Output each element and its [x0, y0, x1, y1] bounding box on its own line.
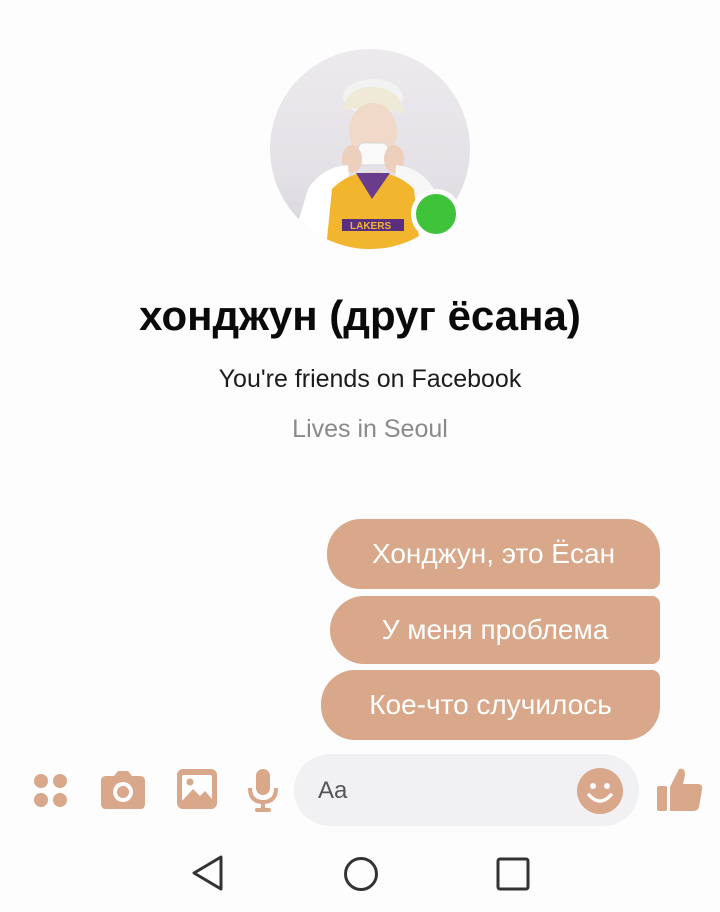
- message-input[interactable]: Aa: [294, 754, 639, 826]
- online-status-dot: [411, 189, 461, 239]
- gallery-icon[interactable]: [176, 768, 218, 810]
- location-text: Lives in Seoul: [292, 415, 448, 443]
- message-input-placeholder: Aa: [318, 777, 348, 804]
- emoji-icon[interactable]: [576, 767, 624, 815]
- message-bubble[interactable]: Кое-что случилось: [321, 670, 660, 740]
- apps-icon[interactable]: [31, 771, 71, 811]
- back-icon[interactable]: [190, 854, 224, 892]
- svg-text:LAKERS: LAKERS: [350, 221, 391, 232]
- recents-icon[interactable]: [496, 857, 530, 891]
- microphone-icon[interactable]: [247, 768, 279, 812]
- home-icon[interactable]: [343, 856, 379, 892]
- system-navigation-bar: [0, 832, 720, 912]
- message-bubble[interactable]: Хонджун, это Ёсан: [327, 519, 660, 589]
- thumbs-up-icon[interactable]: [656, 765, 704, 813]
- message-bubble[interactable]: У меня проблема: [330, 596, 660, 664]
- contact-name: хонджун (друг ёсана): [139, 292, 581, 339]
- friendship-status: You're friends on Facebook: [218, 365, 522, 393]
- camera-icon[interactable]: [100, 770, 146, 810]
